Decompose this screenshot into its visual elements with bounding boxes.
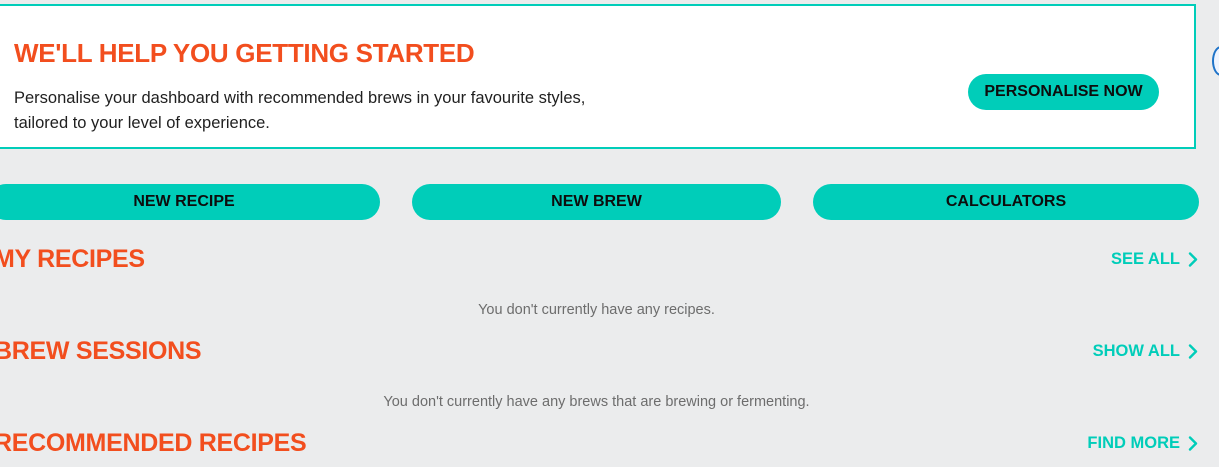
my-recipes-empty-message: You don't currently have any recipes. bbox=[478, 302, 715, 318]
recommended-recipes-title: RECOMMENDED RECIPES bbox=[0, 429, 307, 457]
chevron-right-icon bbox=[1188, 344, 1198, 359]
banner-description: Personalise your dashboard with recommen… bbox=[14, 86, 654, 136]
personalise-now-button[interactable]: PERSONALISE NOW bbox=[968, 74, 1159, 110]
see-all-link[interactable]: SEE ALL bbox=[1111, 250, 1198, 269]
my-recipes-title: MY RECIPES bbox=[0, 245, 145, 273]
new-brew-button[interactable]: NEW BREW bbox=[412, 184, 781, 220]
brew-sessions-empty-message: You don't currently have any brews that … bbox=[383, 394, 810, 410]
show-all-label: SHOW ALL bbox=[1092, 342, 1180, 360]
calculators-button[interactable]: CALCULATORS bbox=[813, 184, 1199, 220]
onboarding-banner: WE'LL HELP YOU GETTING STARTED Personali… bbox=[0, 4, 1196, 149]
show-all-link[interactable]: SHOW ALL bbox=[1093, 342, 1198, 361]
banner-description-line2: tailored to your level of experience. bbox=[14, 114, 270, 132]
chevron-right-icon bbox=[1188, 252, 1198, 267]
see-all-label: SEE ALL bbox=[1110, 250, 1180, 268]
extension-icon[interactable] bbox=[1212, 46, 1219, 76]
find-more-label: FIND MORE bbox=[1087, 434, 1180, 452]
banner-title: WE'LL HELP YOU GETTING STARTED bbox=[14, 38, 475, 68]
new-recipe-button[interactable]: NEW RECIPE bbox=[0, 184, 380, 220]
chevron-right-icon bbox=[1188, 436, 1198, 451]
banner-description-line1: Personalise your dashboard with recommen… bbox=[14, 89, 586, 107]
brew-sessions-title: BREW SESSIONS bbox=[0, 337, 202, 365]
find-more-link[interactable]: FIND MORE bbox=[1087, 434, 1198, 453]
